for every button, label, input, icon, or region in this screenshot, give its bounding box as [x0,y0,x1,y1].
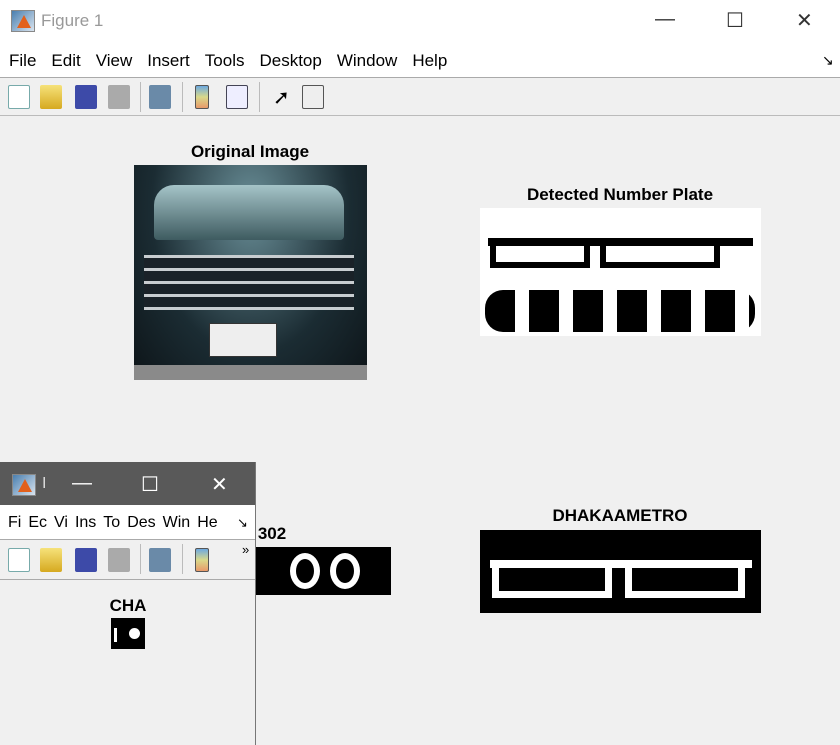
character-crop-image [111,618,145,649]
menu-desktop[interactable]: Desktop [259,51,321,71]
small-maximize-button[interactable]: ☐ [141,472,159,497]
axes-title-detected-plate: Detected Number Plate [526,185,714,204]
save-icon[interactable] [75,548,97,572]
small-axes-title: CHA [109,596,147,615]
pointer-icon[interactable]: ➚ [273,85,295,109]
print-icon[interactable] [108,85,130,109]
small-menu-help[interactable]: He [197,514,217,532]
menu-insert[interactable]: Insert [147,51,190,71]
print-icon[interactable] [108,548,130,572]
small-close-button[interactable]: ✕ [211,472,228,497]
link-plot-icon[interactable] [149,85,171,109]
detected-plate-image [480,208,761,336]
menu-bar: File Edit View Insert Tools Desktop Wind… [0,42,840,78]
small-menu-window[interactable]: Win [163,514,191,532]
window-title: Figure 1 [41,11,104,30]
small-window-title: I [42,475,47,492]
small-minimize-button[interactable]: — [72,472,92,495]
small-menu-bar: Fi Ec Vi Ins To Des Win He ↘ [0,505,255,540]
minimize-button[interactable]: — [655,8,675,31]
menu-edit[interactable]: Edit [51,51,80,71]
dhaka-metro-crop-image [480,530,761,613]
original-car-image [134,165,367,380]
save-icon[interactable] [75,85,97,109]
colorbar-icon[interactable] [195,85,209,109]
small-dock-arrow-icon[interactable]: ↘ [237,515,248,531]
close-button[interactable]: ✕ [796,8,813,33]
property-inspector-icon[interactable] [302,85,324,109]
menu-help[interactable]: Help [412,51,447,71]
menu-window[interactable]: Window [337,51,397,71]
menu-tools[interactable]: Tools [205,51,245,71]
small-menu-tools[interactable]: To [103,514,120,532]
open-icon[interactable] [40,548,62,572]
small-toolbar: » [0,540,255,580]
menu-file[interactable]: File [9,51,36,71]
small-menu-insert[interactable]: Ins [75,514,96,532]
new-figure-icon[interactable] [8,548,30,572]
matlab-logo-icon [12,474,36,496]
small-menu-edit[interactable]: Ec [28,514,47,532]
secondary-figure-window[interactable]: I — ☐ ✕ Fi Ec Vi Ins To Des Win He ↘ » C… [0,462,256,745]
toolbar-overflow-button[interactable]: » [242,542,249,557]
legend-icon[interactable] [226,85,248,109]
small-title-bar: I — ☐ ✕ [0,462,255,505]
axes-title-number: 302 [257,524,287,543]
menu-view[interactable]: View [96,51,133,71]
toolbar: ➚ [0,78,840,116]
matlab-logo-icon [11,10,35,32]
title-bar: Figure 1 — ☐ ✕ [0,0,840,42]
open-icon[interactable] [40,85,62,109]
new-figure-icon[interactable] [8,85,30,109]
small-menu-view[interactable]: Vi [54,514,68,532]
maximize-button[interactable]: ☐ [726,8,744,33]
link-plot-icon[interactable] [149,548,171,572]
small-menu-desktop[interactable]: Des [127,514,155,532]
dock-arrow-icon[interactable]: ↘ [822,52,834,69]
small-menu-file[interactable]: Fi [8,514,21,532]
axes-title-dhakaametro: DHAKAAMETRO [552,506,688,525]
colorbar-icon[interactable] [195,548,209,572]
axes-title-original: Original Image [190,142,310,161]
